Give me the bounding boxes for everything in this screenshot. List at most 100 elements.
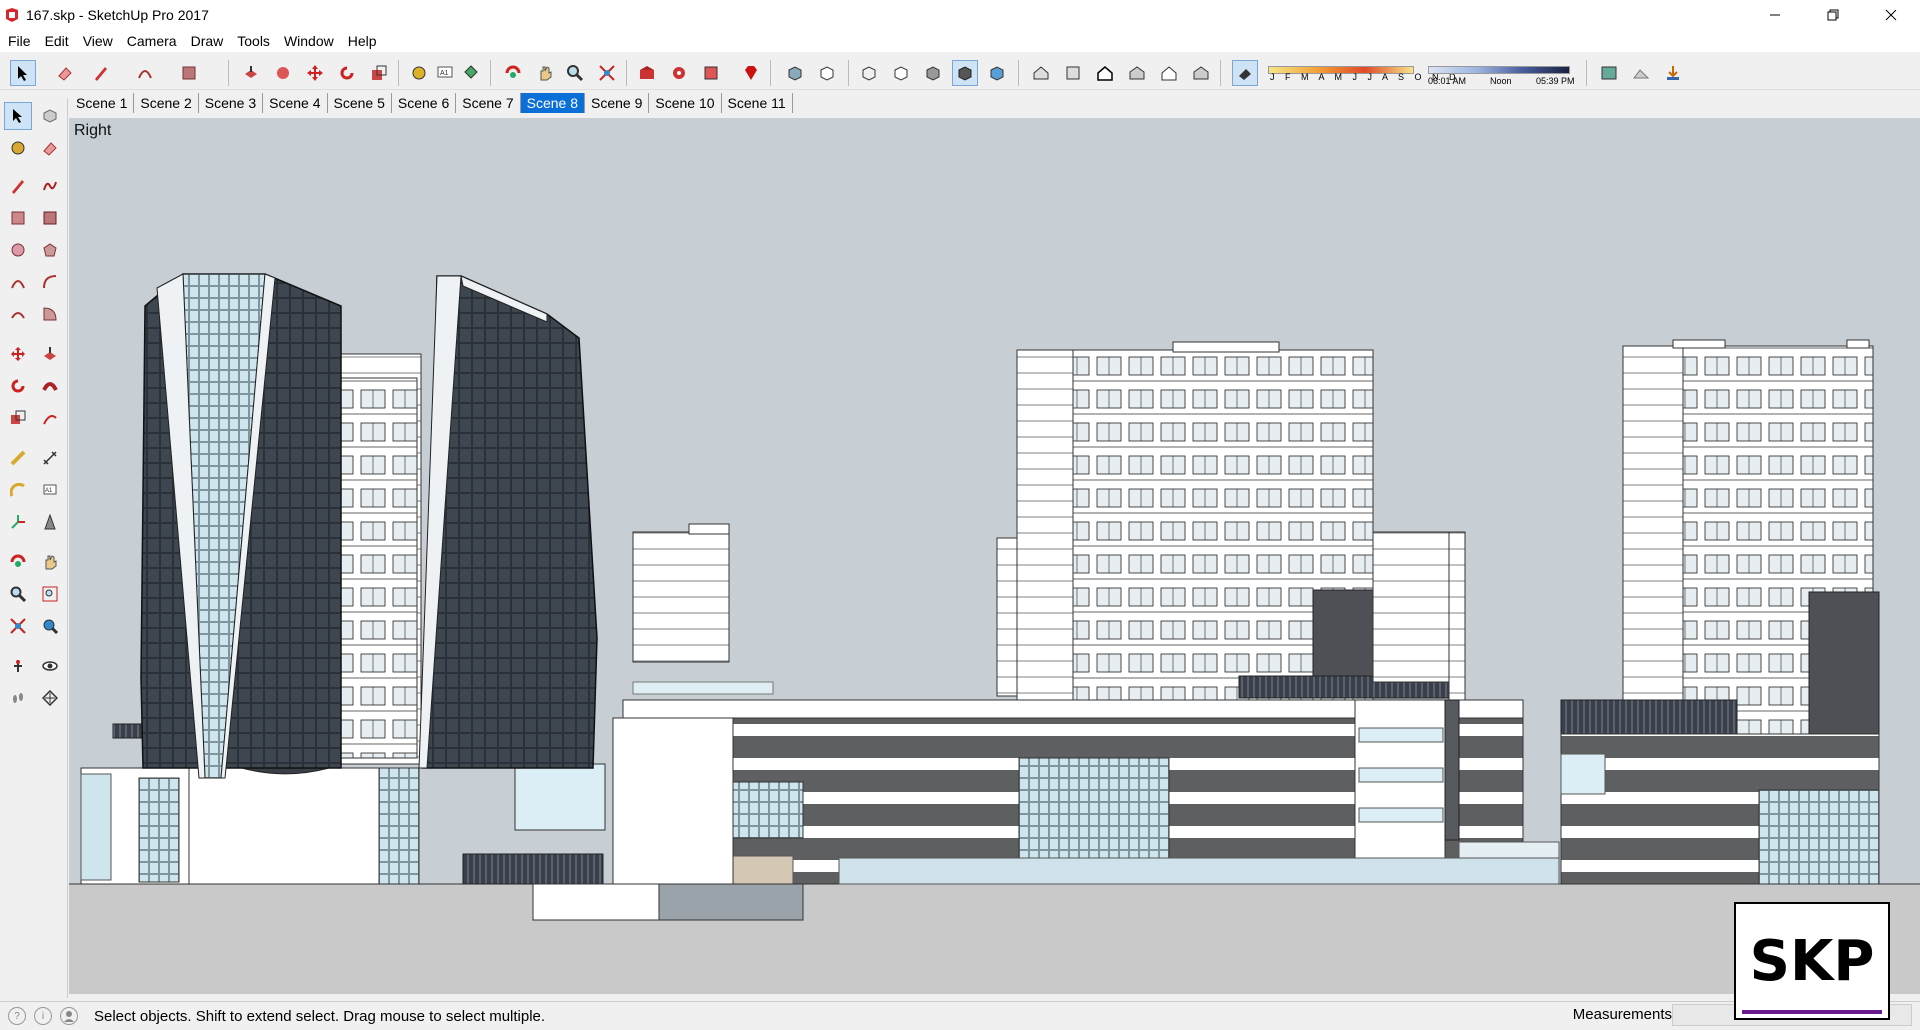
shaded-button[interactable] <box>920 60 946 86</box>
minimize-button[interactable] <box>1746 0 1804 30</box>
menu-view[interactable]: View <box>83 33 121 49</box>
orbit-button[interactable] <box>500 60 526 86</box>
tab-scene-1[interactable]: Scene 1 <box>70 93 135 113</box>
select-tool-button[interactable] <box>10 60 36 86</box>
eraser-tool-button[interactable] <box>52 60 78 86</box>
palette-position-camera-button[interactable] <box>4 652 32 680</box>
menu-window[interactable]: Window <box>284 33 342 49</box>
tab-scene-2[interactable]: Scene 2 <box>134 93 199 113</box>
palette-3d-text-button[interactable] <box>36 508 64 536</box>
palette-axes-button[interactable] <box>4 508 32 536</box>
scale-button[interactable] <box>366 60 392 86</box>
menu-draw[interactable]: Draw <box>191 33 232 49</box>
add-location-button[interactable] <box>1596 60 1622 86</box>
menu-tools[interactable]: Tools <box>237 33 278 49</box>
shadows-toggle-button[interactable] <box>1232 60 1258 86</box>
right-view-button[interactable] <box>1124 60 1150 86</box>
palette-walk-button[interactable] <box>4 684 32 712</box>
monochrome-button[interactable] <box>984 60 1010 86</box>
palette-select-button[interactable] <box>4 102 32 130</box>
tab-scene-4[interactable]: Scene 4 <box>263 93 328 113</box>
pan-button[interactable] <box>532 60 558 86</box>
warehouse-button[interactable] <box>634 60 660 86</box>
palette-pan-button[interactable] <box>36 548 64 576</box>
top-view-button[interactable] <box>1060 60 1086 86</box>
palette-rectangle-button[interactable] <box>4 204 32 232</box>
palette-line-button[interactable] <box>4 172 32 200</box>
shaded-textures-button[interactable] <box>952 60 978 86</box>
palette-move-button[interactable] <box>4 340 32 368</box>
modeling-viewport[interactable] <box>69 118 1920 994</box>
palette-eraser-button[interactable] <box>36 134 64 162</box>
paint-bucket-button[interactable] <box>458 60 484 86</box>
palette-zoom-button[interactable] <box>4 580 32 608</box>
front-view-button[interactable] <box>1092 60 1118 86</box>
palette-3pt-arc-button[interactable] <box>4 300 32 328</box>
push-pull-button[interactable] <box>238 60 264 86</box>
palette-paint-button[interactable] <box>4 134 32 162</box>
shapes-tool-button[interactable] <box>176 60 202 86</box>
arc-tool-button[interactable] <box>132 60 158 86</box>
palette-zoom-extents-button[interactable] <box>4 612 32 640</box>
palette-push-pull-button[interactable] <box>36 340 64 368</box>
tab-scene-6[interactable]: Scene 6 <box>392 93 457 113</box>
close-button[interactable] <box>1862 0 1920 30</box>
iso-view-button[interactable] <box>1028 60 1054 86</box>
palette-component-button[interactable] <box>36 102 64 130</box>
palette-text-button[interactable]: A1 <box>36 476 64 504</box>
palette-zoom-window-button[interactable] <box>36 580 64 608</box>
user-account-icon[interactable] <box>60 1007 78 1025</box>
palette-look-around-button[interactable] <box>36 652 64 680</box>
palette-offset-button[interactable] <box>36 404 64 432</box>
palette-rotated-rectangle-button[interactable] <box>36 204 64 232</box>
palette-circle-button[interactable] <box>4 236 32 264</box>
tab-scene-7[interactable]: Scene 7 <box>456 93 521 113</box>
tab-scene-8[interactable]: Scene 8 <box>520 93 585 113</box>
rotate-button[interactable] <box>334 60 360 86</box>
ruby-console-button[interactable] <box>738 60 764 86</box>
left-view-button[interactable] <box>1188 60 1214 86</box>
palette-arc-button[interactable] <box>4 268 32 296</box>
credits-icon[interactable]: i <box>34 1007 52 1025</box>
xray-style-button[interactable] <box>782 60 808 86</box>
tab-scene-9[interactable]: Scene 9 <box>585 93 650 113</box>
text-button[interactable]: A1 <box>432 60 458 86</box>
tape-measure-button[interactable] <box>406 60 432 86</box>
back-edges-button[interactable] <box>814 60 840 86</box>
palette-section-plane-button[interactable] <box>36 684 64 712</box>
palette-2pt-arc-button[interactable] <box>36 268 64 296</box>
move-button[interactable] <box>302 60 328 86</box>
menu-help[interactable]: Help <box>348 33 385 49</box>
line-tool-button[interactable] <box>88 60 114 86</box>
tab-scene-3[interactable]: Scene 3 <box>199 93 264 113</box>
palette-freehand-button[interactable] <box>36 172 64 200</box>
palette-pie-button[interactable] <box>36 300 64 328</box>
palette-follow-me-button[interactable] <box>36 372 64 400</box>
extension-warehouse-button[interactable] <box>666 60 692 86</box>
palette-tape-button[interactable] <box>4 444 32 472</box>
photo-textures-button[interactable] <box>1660 60 1686 86</box>
tab-scene-5[interactable]: Scene 5 <box>328 93 392 113</box>
tab-scene-10[interactable]: Scene 10 <box>649 93 722 113</box>
zoom-extents-button[interactable] <box>594 60 620 86</box>
palette-dimension-button[interactable] <box>36 444 64 472</box>
menu-camera[interactable]: Camera <box>127 33 185 49</box>
follow-me-button[interactable] <box>270 60 296 86</box>
restore-button[interactable] <box>1804 0 1862 30</box>
hidden-line-button[interactable] <box>888 60 914 86</box>
palette-orbit-button[interactable] <box>4 548 32 576</box>
zoom-button[interactable] <box>562 60 588 86</box>
tab-scene-11[interactable]: Scene 11 <box>722 93 793 113</box>
geo-location-icon[interactable]: ? <box>8 1007 26 1025</box>
menu-file[interactable]: File <box>8 33 39 49</box>
menu-edit[interactable]: Edit <box>45 33 77 49</box>
layout-button[interactable] <box>698 60 724 86</box>
palette-protractor-button[interactable] <box>4 476 32 504</box>
toggle-terrain-button[interactable] <box>1628 60 1654 86</box>
shadow-time-slider[interactable] <box>1428 66 1570 74</box>
back-view-button[interactable] <box>1156 60 1182 86</box>
palette-previous-view-button[interactable] <box>36 612 64 640</box>
palette-rotate-button[interactable] <box>4 372 32 400</box>
palette-scale-button[interactable] <box>4 404 32 432</box>
palette-polygon-button[interactable] <box>36 236 64 264</box>
